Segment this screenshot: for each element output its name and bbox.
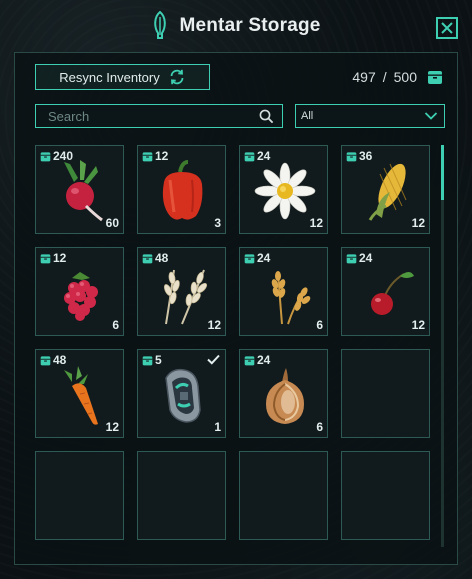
stack-count-value: 5 [155,353,162,367]
stack-count-value: 24 [257,149,271,163]
resync-label: Resync Inventory [59,69,160,85]
checkmark-icon [207,354,220,365]
stack-count: 12 [40,251,66,265]
stack-count: 36 [346,149,372,163]
owned-count: 12 [105,420,119,434]
stack-count-value: 24 [257,251,271,265]
search-field[interactable] [35,104,283,128]
owned-count: 60 [105,216,119,230]
oat-wheat-icon [163,269,208,325]
owned-count: 12 [411,216,425,230]
capacity-separator: / [382,69,387,85]
stack-count: 24 [244,353,270,367]
inventory-slot-empty[interactable] [341,349,430,438]
inventory-grid: 240 60 12 3 24 12 36 12 12 6 48 12 24 6 … [35,145,435,555]
window-header: Mentar Storage [0,0,472,52]
storage-box-icon [346,151,357,161]
filter-selected: All [301,110,314,122]
owned-count: 12 [411,318,425,332]
stack-count: 24 [244,149,270,163]
stack-count-value: 48 [155,251,169,265]
stack-count-value: 24 [359,251,373,265]
stack-count-value: 48 [53,353,67,367]
search-input[interactable] [36,108,259,124]
storage-box-icon [40,253,51,263]
stack-count-value: 12 [155,149,169,163]
stack-count: 12 [142,149,168,163]
refresh-icon [170,69,184,85]
stack-count-value: 240 [53,149,74,163]
inventory-slot-empty[interactable] [137,451,226,540]
stack-count: 24 [346,251,372,265]
window-title: Mentar Storage [179,15,321,36]
stack-count-value: 12 [53,251,67,265]
carrot-icon [64,366,98,425]
inventory-slot-corn[interactable]: 36 12 [341,145,430,234]
stack-count: 5 [142,353,162,367]
tech-module-icon [165,368,201,423]
resync-inventory-button[interactable]: Resync Inventory [35,64,210,90]
onion-icon [266,368,304,424]
wheat-icon [271,271,311,325]
corn-icon [368,163,407,221]
storage-box-icon [244,253,255,263]
close-button[interactable] [436,17,458,39]
inventory-slot-cherry[interactable]: 24 12 [341,247,430,336]
storage-box-icon [244,355,255,365]
capacity-used: 497 [352,69,376,85]
stack-count: 240 [40,149,73,163]
capacity-max: 500 [393,69,417,85]
inventory-slot-oat-wheat[interactable]: 48 12 [137,247,226,336]
stack-count: 24 [244,251,270,265]
owned-count: 6 [112,318,119,332]
stack-count-value: 24 [257,353,271,367]
storage-box-icon [142,253,153,263]
storage-panel: Resync Inventory 497 / 500 All [14,52,458,565]
inventory-slot-wheat[interactable]: 24 6 [239,247,328,336]
inventory-slot-empty[interactable] [239,451,328,540]
stack-count: 48 [142,251,168,265]
scrollbar-thumb[interactable] [441,145,444,200]
cherry-icon [371,272,414,315]
owned-count: 3 [214,216,221,230]
raspberry-icon [64,272,98,321]
inventory-slot-empty[interactable] [341,451,430,540]
capacity-counter: 497 / 500 [352,66,443,88]
inventory-slot-red-bell-pepper[interactable]: 12 3 [137,145,226,234]
daisy-flower-icon [254,162,316,220]
inventory-scrollbar[interactable] [441,145,444,547]
storage-box-icon [142,151,153,161]
inventory-slot-carrot[interactable]: 48 12 [35,349,124,438]
owned-count: 12 [309,216,323,230]
inventory-slot-radish[interactable]: 240 60 [35,145,124,234]
owned-count: 12 [207,318,221,332]
inventory-slot-onion[interactable]: 24 6 [239,349,328,438]
chevron-down-icon [424,112,438,120]
owned-count: 1 [214,420,221,434]
inventory-slot-tech-module[interactable]: 5 1 [137,349,226,438]
red-bell-pepper-icon [162,160,203,220]
inventory-slot-raspberry[interactable]: 12 6 [35,247,124,336]
storage-box-icon [40,151,51,161]
stack-count-value: 36 [359,149,373,163]
owned-count: 6 [316,318,323,332]
storage-box-icon [346,253,357,263]
storage-box-icon [40,355,51,365]
radish-icon [64,160,103,222]
feather-logo-icon [154,11,167,39]
category-filter-select[interactable]: All [295,104,445,128]
close-icon [441,22,453,34]
owned-count: 6 [316,420,323,434]
inventory-slot-empty[interactable] [35,451,124,540]
stack-count: 48 [40,353,66,367]
storage-box-icon [428,71,442,84]
search-icon[interactable] [259,109,274,124]
storage-box-icon [244,151,255,161]
storage-box-icon [142,355,153,365]
inventory-slot-daisy-flower[interactable]: 24 12 [239,145,328,234]
